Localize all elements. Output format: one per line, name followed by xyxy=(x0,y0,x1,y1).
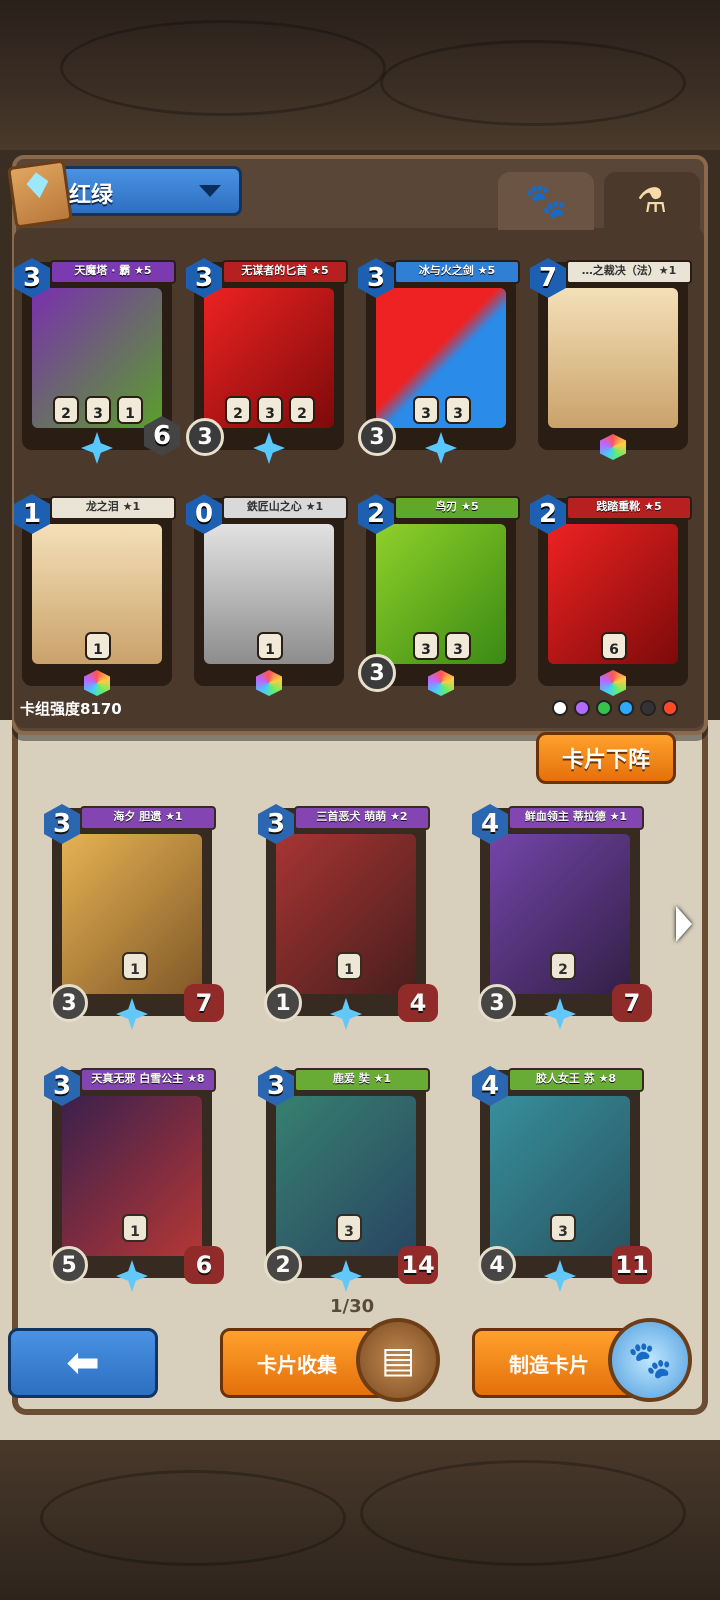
card-stat: 2 xyxy=(53,396,79,424)
card-attack: 1 xyxy=(264,984,302,1022)
card-stat: 3 xyxy=(85,396,111,424)
deck-card[interactable]: 践踏重靴 ★5 2 6 xyxy=(530,494,692,696)
element-legend xyxy=(552,700,678,716)
card-health: 6 xyxy=(184,1246,224,1284)
page-indicator: 1/30 xyxy=(330,1296,375,1317)
element-icon xyxy=(574,700,590,716)
card-stat: 3 xyxy=(550,1214,576,1242)
back-arrow-icon: ⬅ xyxy=(66,1340,100,1386)
card-name: 鸟刃 ★5 xyxy=(394,496,520,520)
card-name: 龙之泪 ★1 xyxy=(50,496,176,520)
card-health: 4 xyxy=(398,984,438,1022)
deck-name: 红绿 xyxy=(69,183,114,208)
card-collection-label: 卡片收集 xyxy=(257,1352,337,1377)
card-art xyxy=(376,288,506,428)
card-name: 胶人女王 苏 ★8 xyxy=(508,1068,644,1092)
card-attack: 3 xyxy=(358,418,396,456)
collection-card[interactable]: 胶人女王 苏 ★8 4 3 4 11 xyxy=(472,1066,652,1292)
card-book-icon: ▤ xyxy=(356,1318,440,1402)
card-attack: 3 xyxy=(186,418,224,456)
card-stat: 3 xyxy=(445,632,471,660)
collection-card[interactable]: 天真无邪 白雪公主 ★8 3 1 5 6 xyxy=(44,1066,224,1292)
card-stat: 3 xyxy=(413,632,439,660)
card-stat: 2 xyxy=(289,396,315,424)
card-name: 三首恶犬 萌萌 ★2 xyxy=(294,806,430,830)
card-stat: 2 xyxy=(550,952,576,980)
card-attack: 3 xyxy=(358,654,396,692)
tab-creatures[interactable]: 🐾 xyxy=(498,172,594,230)
card-attack: 3 xyxy=(50,984,88,1022)
collection-card[interactable]: 三首恶犬 萌萌 ★2 3 1 1 4 xyxy=(258,804,438,1030)
deck-card[interactable]: 无谋者的匕首 ★5 3 2 3 2 3 xyxy=(186,258,348,464)
card-art xyxy=(548,288,678,428)
deck-strength: 卡组强度8170 xyxy=(20,700,122,718)
card-name: 海夕 胆遗 ★1 xyxy=(80,806,216,830)
paw-potion-icon: 🐾 xyxy=(608,1318,692,1402)
card-stat: 3 xyxy=(336,1214,362,1242)
element-icon xyxy=(640,700,656,716)
card-name: 冰与火之剑 ★5 xyxy=(394,260,520,284)
card-attack: 3 xyxy=(478,984,516,1022)
card-stat: 2 xyxy=(225,396,251,424)
card-stat: 1 xyxy=(257,632,283,660)
card-stat: 3 xyxy=(445,396,471,424)
tab-spells[interactable]: ⚗ xyxy=(604,172,700,230)
card-stat: 3 xyxy=(257,396,283,424)
card-name: 鉄匠山之心 ★1 xyxy=(222,496,348,520)
deck-card[interactable]: …之裁决（法）★1 7 xyxy=(530,258,692,460)
collection-card[interactable]: 海夕 胆遗 ★1 3 1 3 7 xyxy=(44,804,224,1030)
card-stat: 3 xyxy=(413,396,439,424)
craft-card-label: 制造卡片 xyxy=(509,1352,589,1377)
potion-icon: ⚗ xyxy=(636,181,668,221)
card-stat: 1 xyxy=(122,952,148,980)
back-button[interactable]: ⬅ xyxy=(8,1328,158,1398)
next-page-arrow-icon[interactable] xyxy=(676,906,692,942)
deck-book-icon xyxy=(6,159,74,229)
card-art xyxy=(376,524,506,664)
card-name: 鲜血领主 蒂拉德 ★1 xyxy=(508,806,644,830)
unload-card-button[interactable]: 卡片下阵 xyxy=(536,732,676,784)
wood-frame-bottom xyxy=(0,1430,720,1600)
card-name: 无谋者的匕首 ★5 xyxy=(222,260,348,284)
card-stat: 1 xyxy=(336,952,362,980)
card-name: …之裁决（法）★1 xyxy=(566,260,692,284)
element-icon xyxy=(552,700,568,716)
paw-icon: 🐾 xyxy=(524,181,568,221)
card-stat: 1 xyxy=(122,1214,148,1242)
deck-card[interactable]: 冰与火之剑 ★5 3 3 3 3 xyxy=(358,258,520,464)
element-icon xyxy=(596,700,612,716)
element-icon xyxy=(618,700,634,716)
deck-card[interactable]: 天魔塔 · 霸 ★5 3 2 3 1 6 xyxy=(14,258,180,464)
deck-selector[interactable]: 红绿 xyxy=(6,159,242,229)
card-stat: 1 xyxy=(117,396,143,424)
card-attack: 5 xyxy=(50,1246,88,1284)
card-stat: 6 xyxy=(601,632,627,660)
card-health: 11 xyxy=(612,1246,652,1284)
card-name: 天真无邪 白雪公主 ★8 xyxy=(80,1068,216,1092)
card-health: 14 xyxy=(398,1246,438,1284)
collection-card[interactable]: 鹿爱 奘 ★1 3 3 2 14 xyxy=(258,1066,438,1292)
card-health: 7 xyxy=(184,984,224,1022)
collection-card[interactable]: 鲜血领主 蒂拉德 ★1 4 2 3 7 xyxy=(472,804,652,1030)
deck-card[interactable]: 鸟刃 ★5 2 3 3 3 xyxy=(358,494,520,696)
card-name: 践踏重靴 ★5 xyxy=(566,496,692,520)
card-name: 天魔塔 · 霸 ★5 xyxy=(50,260,176,284)
card-attack: 4 xyxy=(478,1246,516,1284)
card-health: 7 xyxy=(612,984,652,1022)
chevron-down-icon xyxy=(199,185,221,197)
deck-card[interactable]: 鉄匠山之心 ★1 0 1 xyxy=(186,494,348,696)
card-stat: 1 xyxy=(85,632,111,660)
card-name: 鹿爱 奘 ★1 xyxy=(294,1068,430,1092)
card-attack: 2 xyxy=(264,1246,302,1284)
element-icon xyxy=(662,700,678,716)
deck-card[interactable]: 龙之泪 ★1 1 1 xyxy=(14,494,176,696)
wood-frame-top xyxy=(0,0,720,150)
